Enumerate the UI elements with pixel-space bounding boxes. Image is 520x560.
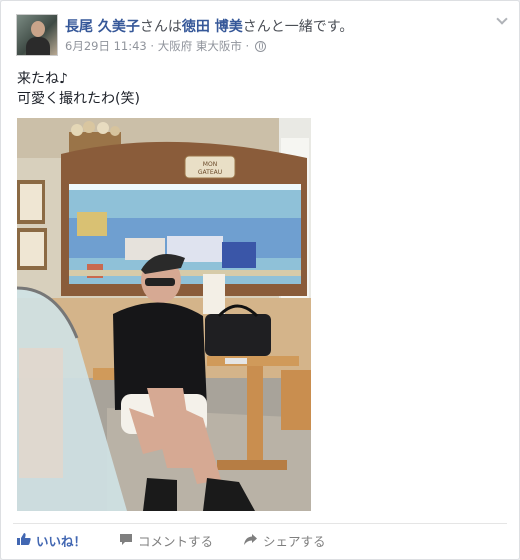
post-photo[interactable]: MON GATEAU	[17, 118, 311, 511]
post-header: 長尾 久美子さんは徳田 博美さんと一緒です。	[65, 16, 353, 36]
comment-icon	[119, 533, 133, 549]
with-text-pre: さんは	[139, 19, 182, 35]
actions-divider	[13, 523, 507, 524]
author-avatar[interactable]	[16, 14, 58, 56]
comment-label: コメントする	[138, 534, 214, 549]
avatar-body	[26, 37, 50, 55]
shop-sign-line1: MON	[203, 161, 217, 168]
globe-icon[interactable]	[254, 40, 266, 52]
post-timestamp[interactable]: 6月29日 11:43	[65, 39, 147, 53]
post-text: 来たね♪ 可愛く撮れたわ(笑)	[17, 69, 140, 109]
meta-separator: ·	[146, 39, 158, 53]
post-text-line: 来たね♪	[17, 71, 68, 87]
share-icon	[243, 533, 258, 549]
avatar-face	[31, 21, 45, 37]
photo-scene: MON GATEAU	[17, 118, 311, 511]
tagged-friend-link[interactable]: 徳田 博美	[182, 19, 243, 35]
share-label: シェアする	[263, 534, 326, 549]
author-name-link[interactable]: 長尾 久美子	[65, 19, 140, 35]
comment-button[interactable]: コメントする	[119, 531, 213, 550]
thumbs-up-icon	[17, 532, 31, 549]
with-text-post: さんと一緒です。	[242, 19, 354, 35]
like-button[interactable]: いいね！	[17, 531, 86, 550]
post-text-line: 可愛く撮れたわ(笑)	[17, 91, 140, 107]
share-button[interactable]: シェアする	[243, 531, 326, 550]
location-link[interactable]: 大阪府 東大阪市	[158, 39, 242, 53]
like-label: いいね！	[36, 534, 87, 549]
post-card: 長尾 久美子さんは徳田 博美さんと一緒です。 6月29日 11:43 · 大阪府…	[0, 0, 520, 560]
meta-separator-2: ·	[241, 39, 253, 53]
chevron-down-icon[interactable]	[497, 15, 507, 25]
shop-sign-line2: GATEAU	[198, 169, 222, 176]
post-meta: 6月29日 11:43 · 大阪府 東大阪市 ·	[65, 38, 266, 54]
